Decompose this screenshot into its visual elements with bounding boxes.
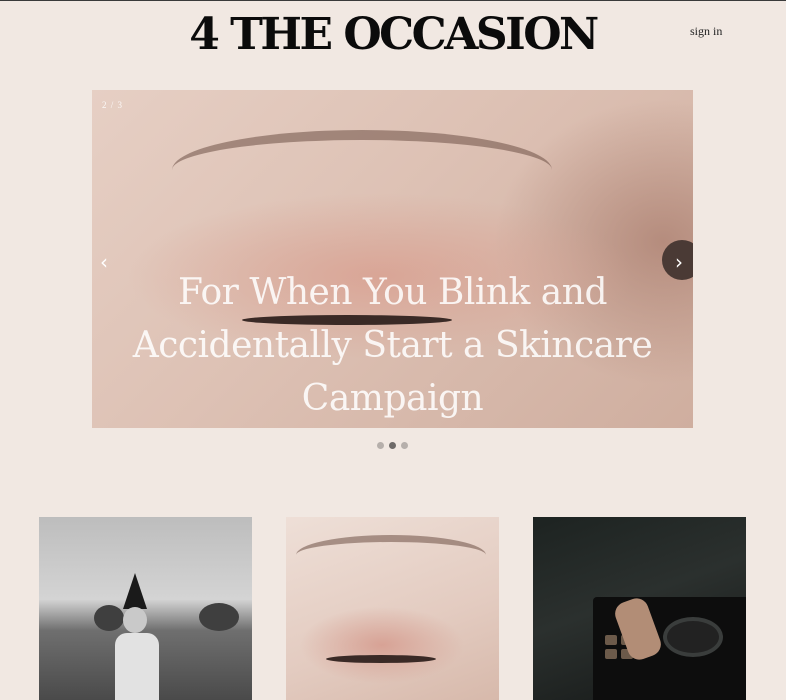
next-slide-button[interactable]: ›	[675, 250, 683, 274]
figure-body-detail	[115, 633, 159, 700]
carousel-dot-2[interactable]	[389, 442, 396, 449]
tree-detail	[94, 605, 124, 631]
dj-platter-detail	[663, 617, 723, 657]
card-eye-detail	[326, 655, 436, 663]
hero-title[interactable]: For When You Blink and Accidentally Star…	[122, 266, 663, 425]
card-eyebrow-detail	[296, 535, 486, 575]
article-card-witch[interactable]	[39, 517, 252, 700]
site-logo[interactable]: 4 THE OCCASION	[0, 10, 786, 60]
article-card-dj[interactable]	[533, 517, 746, 700]
pad-detail	[605, 649, 617, 659]
witch-hat-detail	[123, 573, 147, 609]
carousel-dot-1[interactable]	[377, 442, 384, 449]
carousel-dot-3[interactable]	[401, 442, 408, 449]
tree-detail	[199, 603, 239, 631]
figure-head-detail	[123, 607, 147, 633]
hero-carousel[interactable]: 2 / 3 For When You Blink and Accidentall…	[92, 90, 693, 428]
hero-eyebrow-detail	[172, 130, 552, 210]
top-border	[0, 0, 786, 1]
sign-in-link[interactable]: sign in	[690, 24, 722, 39]
pad-detail	[605, 635, 617, 645]
article-card-skincare[interactable]	[286, 517, 499, 700]
carousel-dots	[377, 442, 408, 449]
slide-counter: 2 / 3	[102, 100, 124, 110]
previous-slide-button[interactable]: ‹	[100, 250, 108, 274]
